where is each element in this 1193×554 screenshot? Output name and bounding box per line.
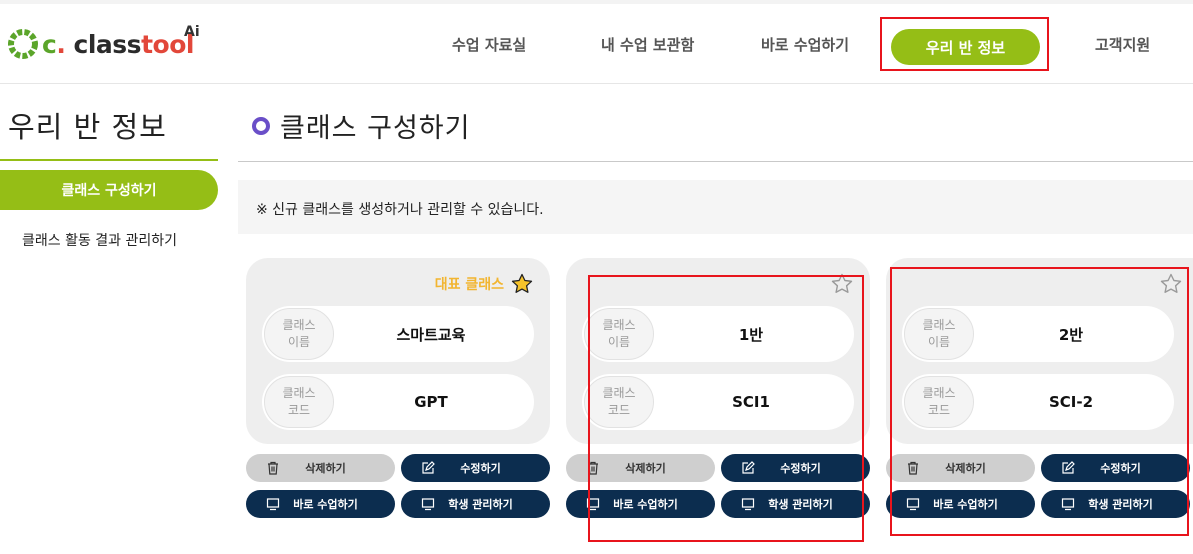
delete-button-label: 삭제하기 (625, 462, 666, 475)
page-title: 클래스 구성하기 (252, 106, 470, 145)
nav-item-my-lessons[interactable]: 내 수업 보관함 (601, 34, 694, 55)
class-name-value: 2반 (1058, 325, 1084, 344)
delete-button-label: 삭제하기 (945, 462, 986, 475)
class-name-field: 클래스 이름 2반 (902, 306, 1174, 362)
edit-button-label: 수정하기 (1100, 462, 1141, 475)
class-code-field: 클래스 코드 SCI1 (582, 374, 854, 430)
class-name-label: 클래스 이름 (904, 308, 974, 360)
edit-button[interactable]: 수정하기 (721, 454, 870, 482)
star-outline-icon[interactable] (1159, 272, 1183, 296)
favorite-toggle[interactable] (830, 272, 854, 296)
class-code-value: SCI-2 (1048, 393, 1094, 411)
class-code-label: 클래스 코드 (904, 376, 974, 428)
star-filled-icon[interactable] (510, 272, 534, 296)
monitor-icon (266, 498, 280, 511)
edit-button[interactable]: 수정하기 (1041, 454, 1190, 482)
class-code-value: GPT (414, 393, 448, 411)
manage-students-button[interactable]: 학생 관리하기 (1041, 490, 1190, 518)
start-lesson-button[interactable]: 바로 수업하기 (246, 490, 395, 518)
delete-button[interactable]: 삭제하기 (566, 454, 715, 482)
manage-students-button-label: 학생 관리하기 (1088, 498, 1153, 511)
monitor-icon (1061, 498, 1075, 511)
trash-icon (908, 461, 918, 475)
start-lesson-button[interactable]: 바로 수업하기 (886, 490, 1035, 518)
favorite-toggle[interactable] (1159, 272, 1183, 296)
class-card: 클래스 이름 2반 클래스 코드 SCI-2 (886, 258, 1193, 444)
edit-button-label: 수정하기 (460, 462, 501, 475)
manage-students-button-label: 학생 관리하기 (448, 498, 513, 511)
manage-students-button[interactable]: 학생 관리하기 (401, 490, 550, 518)
class-name-label: 클래스 이름 (264, 308, 334, 360)
class-card: 클래스 이름 1반 클래스 코드 SCI1 (566, 258, 870, 444)
start-lesson-button-label: 바로 수업하기 (613, 498, 678, 511)
trash-icon (588, 461, 598, 475)
edit-icon (1062, 461, 1075, 474)
class-name-value: 1반 (738, 325, 764, 344)
class-name-field: 클래스 이름 1반 (582, 306, 854, 362)
manage-students-button-label: 학생 관리하기 (768, 498, 833, 511)
sidebar-item-label: 클래스 구성하기 (61, 183, 157, 199)
delete-button-label: 삭제하기 (305, 462, 346, 475)
start-lesson-button[interactable]: 바로 수업하기 (566, 490, 715, 518)
nav-item-class-materials[interactable]: 수업 자료실 (452, 34, 526, 55)
edit-button[interactable]: 수정하기 (401, 454, 550, 482)
nav-item-our-class-info[interactable]: 우리 반 정보 (891, 29, 1040, 65)
monitor-icon (586, 498, 600, 511)
nav-item-start-lesson[interactable]: 바로 수업하기 (761, 34, 849, 55)
monitor-icon (421, 498, 435, 511)
start-lesson-button-label: 바로 수업하기 (933, 498, 998, 511)
monitor-icon (906, 498, 920, 511)
representative-badge[interactable]: 대표 클래스 (435, 272, 534, 296)
delete-button[interactable]: 삭제하기 (886, 454, 1035, 482)
sidebar-title: 우리 반 정보 (8, 110, 167, 144)
edit-button-label: 수정하기 (780, 462, 821, 475)
edit-icon (422, 461, 435, 474)
main-nav: 수업 자료실 내 수업 보관함 바로 수업하기 우리 반 정보 고객지원 (0, 4, 1193, 84)
notice-box: ※ 신규 클래스를 생성하거나 관리할 수 있습니다. (238, 180, 1193, 234)
class-code-label: 클래스 코드 (264, 376, 334, 428)
representative-label: 대표 클래스 (434, 277, 504, 293)
class-code-value: SCI1 (732, 393, 770, 411)
class-code-field: 클래스 코드 SCI-2 (902, 374, 1174, 430)
star-outline-icon[interactable] (830, 272, 854, 296)
class-card: 대표 클래스 클래스 이름 스마트교육 클래스 코드 GPT (246, 258, 550, 444)
title-divider (238, 161, 1193, 162)
sidebar-item-class-setup[interactable]: 클래스 구성하기 (0, 170, 218, 210)
sidebar-divider (0, 159, 218, 161)
manage-students-button[interactable]: 학생 관리하기 (721, 490, 870, 518)
trash-icon (268, 461, 278, 475)
class-code-field: 클래스 코드 GPT (262, 374, 534, 430)
class-name-label: 클래스 이름 (584, 308, 654, 360)
edit-icon (742, 461, 755, 474)
nav-item-label: 우리 반 정보 (925, 38, 1006, 57)
class-name-field: 클래스 이름 스마트교육 (262, 306, 534, 362)
page-title-text: 클래스 구성하기 (280, 113, 471, 144)
start-lesson-button-label: 바로 수업하기 (293, 498, 358, 511)
circle-bullet-icon (252, 116, 270, 135)
nav-item-support[interactable]: 고객지원 (1095, 34, 1150, 55)
class-code-label: 클래스 코드 (584, 376, 654, 428)
monitor-icon (741, 498, 755, 511)
notice-text: ※ 신규 클래스를 생성하거나 관리할 수 있습니다. (256, 202, 544, 218)
delete-button[interactable]: 삭제하기 (246, 454, 395, 482)
sidebar-item-activity-results[interactable]: 클래스 활동 결과 관리하기 (22, 230, 177, 250)
class-name-value: 스마트교육 (396, 325, 466, 344)
